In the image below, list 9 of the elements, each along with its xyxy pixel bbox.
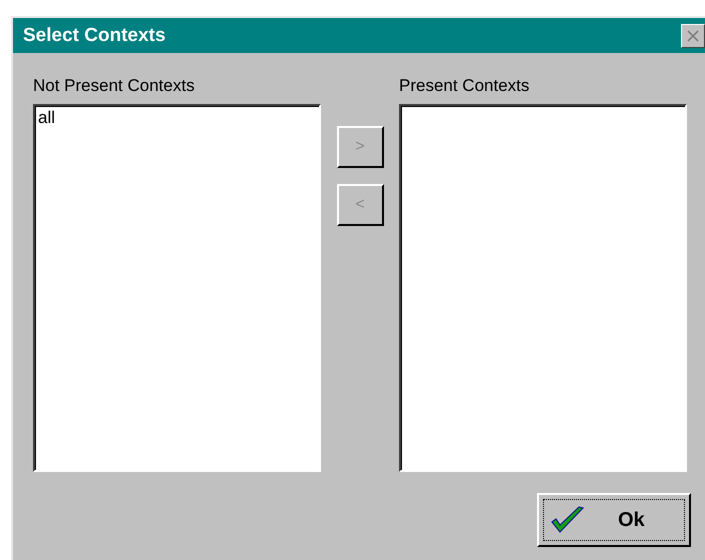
close-icon bbox=[685, 28, 701, 44]
list-label: Present Contexts bbox=[399, 77, 530, 97]
checkmark-icon bbox=[550, 505, 586, 535]
ok-button[interactable]: Ok bbox=[537, 493, 691, 547]
list-label: Not Present Contexts bbox=[33, 77, 196, 97]
close-button[interactable] bbox=[681, 24, 705, 48]
window-title: Select Contexts bbox=[23, 24, 166, 46]
list-item[interactable]: all bbox=[37, 108, 317, 128]
list-box[interactable]: all bbox=[33, 104, 321, 472]
